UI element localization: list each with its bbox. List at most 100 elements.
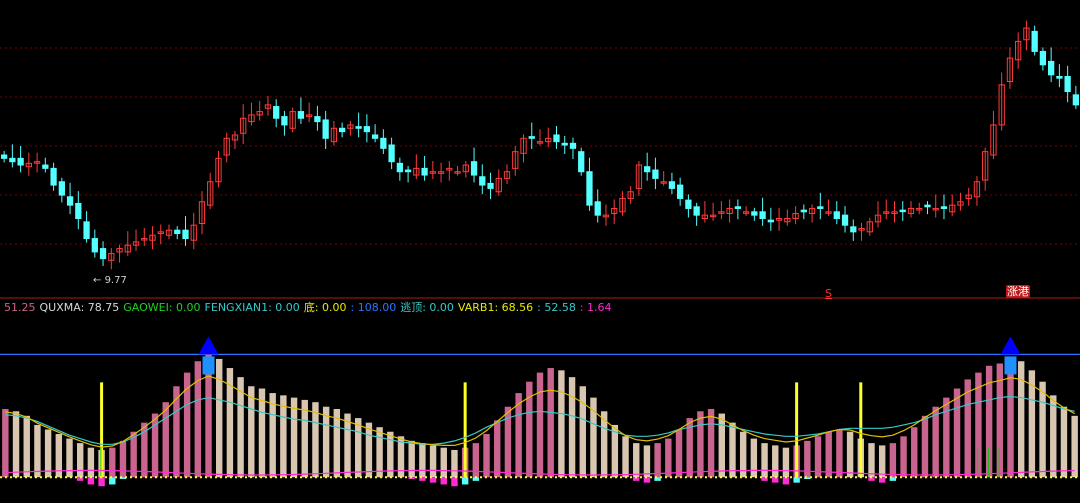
quxma-bar [44,429,52,478]
quxma-bar [1060,406,1068,478]
down-candle [1039,50,1047,66]
down-candle [767,219,774,223]
quxma-bar [675,429,683,478]
down-candle [421,167,428,176]
down-candle [42,164,49,169]
quxma-bar [23,415,30,478]
quxma-bar [718,413,725,478]
quxma-bar [76,443,84,478]
quxma-bar [365,422,373,478]
top-escape-marker [202,356,215,375]
quxma-bar [921,415,929,478]
quxma-bar [376,427,383,478]
down-candle [380,137,387,149]
legend-item: 底: 0.00 [303,301,347,314]
quxma-bar [772,445,779,478]
down-candle [322,119,329,139]
quxma-bar [707,409,715,478]
quxma-bar [1071,415,1078,478]
quxma-bar [173,386,180,478]
peak-marker [198,336,219,355]
surge-signal-badge: 涨港 [1006,285,1030,298]
bottom-zone-bar [782,477,790,485]
bottom-zone-bar [87,477,95,485]
quxma-bar [429,445,437,478]
quxma-bar [162,402,169,478]
down-candle [644,166,651,173]
quxma-bar [194,361,202,478]
legend-item: : 52.58 [537,301,576,314]
quxma-bar [633,443,640,478]
quxma-bar [761,443,768,478]
down-candle [561,142,568,146]
quxma-bar [622,436,629,478]
quxma-bar [66,438,73,478]
down-candle [479,176,486,186]
quxma-bar [2,409,9,478]
candlestick-series [0,20,1080,270]
down-candle [1072,94,1080,106]
quxma-bar [568,377,576,478]
down-candle [833,211,840,219]
quxma-bar [355,418,362,478]
quxma-bar [280,395,287,478]
legend-item: VARB1: 68.56 [457,301,534,314]
legend-item: FENGXIAN1: 0.00 [204,301,300,314]
quxma-bar [440,447,447,478]
down-candle [66,196,74,206]
quxma-bar [836,429,843,478]
low-price-label: ← 9.77 [93,275,127,286]
quxma-bar [643,445,651,478]
price-gridlines [0,47,1080,245]
quxma-bar [878,445,886,478]
down-candle [817,206,824,209]
quxma-bar [119,440,127,478]
down-candle [91,238,98,253]
bottom-zone-bar [98,477,105,487]
quxma-bar [290,397,298,478]
down-candle [470,161,478,176]
quxma-bar [248,386,255,478]
quxma-bar [900,436,907,478]
down-candle [924,204,931,208]
down-candle [759,211,766,219]
down-candle [0,154,8,159]
bottom-zone-bar [451,477,458,487]
down-candle [58,181,65,196]
peak-marker [1000,336,1021,355]
quxma-bar [547,368,554,478]
quxma-bar [419,443,426,478]
legend-item: : 108.00 [350,301,397,314]
indicator-panel [0,336,1080,487]
down-candle [751,211,758,216]
down-candle [404,169,412,173]
legend-item: 51.25 [4,301,36,314]
quxma-bar [269,393,276,478]
down-candle [1064,75,1071,93]
down-candle [578,151,585,173]
down-candle [841,214,849,226]
down-candle [75,202,82,219]
indicator-legend: 51.25 QUXMA: 78.75 GAOWEI: 0.00 FENGXIAN1: … [4,300,616,316]
down-candle [17,157,24,166]
down-candle [273,106,280,119]
legend-item: QUXMA: 78.75 [39,301,120,314]
down-candle [850,226,857,233]
down-candle [396,162,403,173]
quxma-bar [1039,381,1046,478]
down-candle [528,136,535,139]
down-candle [685,199,692,209]
down-candle [388,144,395,163]
quxma-bar [12,411,20,478]
down-candle [9,157,16,163]
legend-item: GAOWEI: 0.00 [123,301,201,314]
quxma-bar [750,438,758,478]
down-candle [553,134,560,143]
down-candle [899,209,906,213]
down-candle [800,209,807,213]
down-candle [363,126,371,133]
quxma-bar [654,443,661,478]
quxma-bar [301,399,308,478]
quxma-bar [911,427,918,478]
quxma-bar [451,449,458,478]
